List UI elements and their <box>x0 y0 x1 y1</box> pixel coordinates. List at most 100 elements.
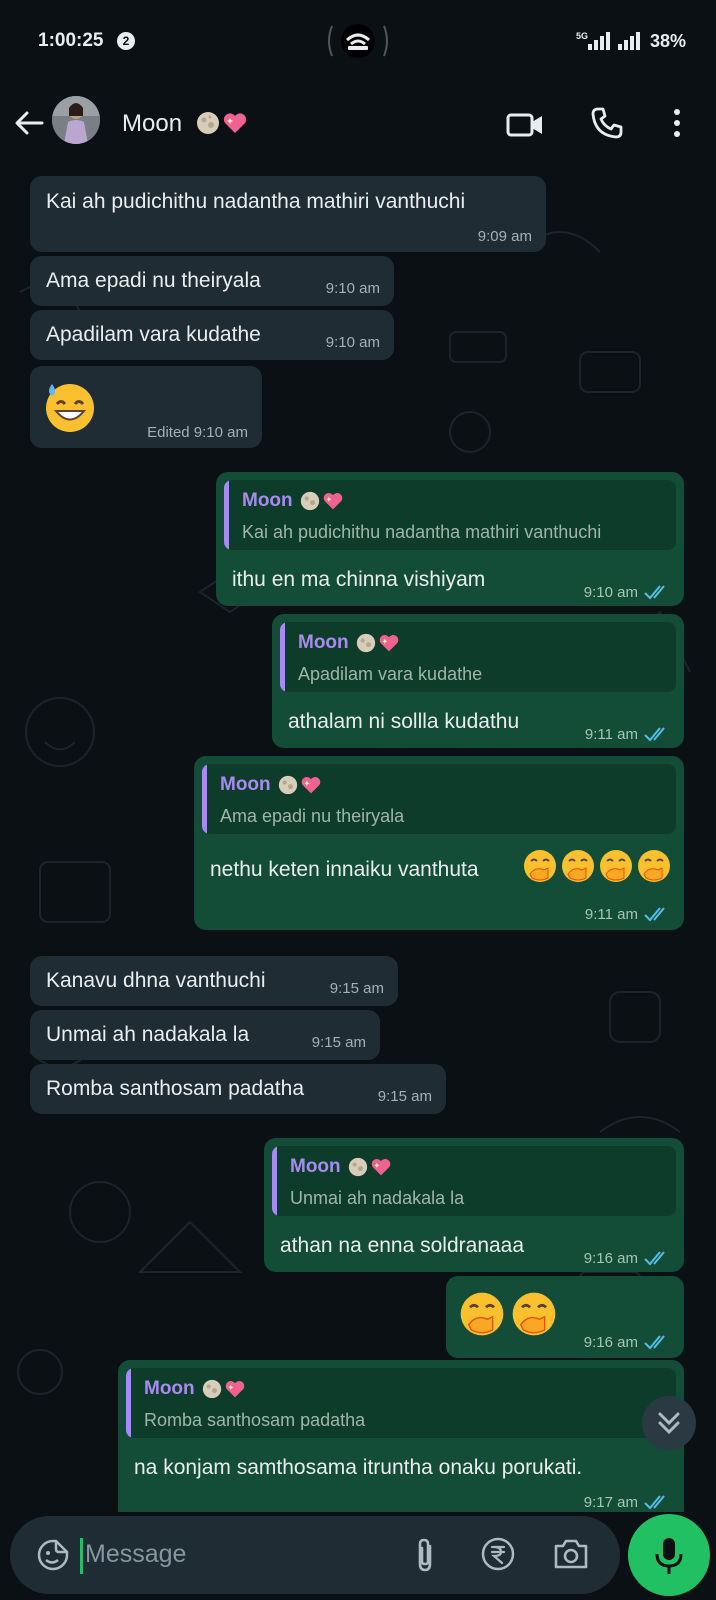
message-time: 9:11 am <box>584 906 638 923</box>
status-right-group: 5G 38% <box>576 30 686 52</box>
sparkling-heart-icon <box>301 776 321 794</box>
outgoing-message[interactable]: Moon Ama epadi nu theiryala nethu keten … <box>194 756 684 930</box>
message-text: Kanavu dhna vanthuchi <box>46 969 266 992</box>
voice-record-button[interactable] <box>628 1514 710 1596</box>
signal-5g-icon: 5G <box>576 31 610 50</box>
full-moon-icon <box>278 775 298 795</box>
contact-avatar[interactable] <box>52 96 100 144</box>
message-time: 9:15 am <box>329 980 384 997</box>
text-caret <box>80 1538 83 1574</box>
quote-bar <box>280 622 285 692</box>
read-ticks-icon <box>644 727 665 742</box>
message-text: athan na enna soldranaaa <box>280 1234 525 1257</box>
incoming-message[interactable]: Romba santhosam padatha 9:15 am <box>30 1064 446 1114</box>
quote-author: Moon <box>290 1156 341 1177</box>
video-call-icon[interactable] <box>506 110 544 140</box>
message-emojis <box>522 848 672 884</box>
sparkling-heart-icon <box>223 113 247 133</box>
avatar-image <box>52 96 100 144</box>
message-text: Kai ah pudichithu nadantha mathiri vanth… <box>46 190 466 213</box>
quote-bar <box>202 764 207 834</box>
svg-text:5G: 5G <box>576 31 588 41</box>
quote-text: Apadilam vara kudathe <box>298 664 483 684</box>
quote-author: Moon <box>242 490 293 511</box>
full-moon-icon <box>197 112 219 134</box>
double-chevron-down-icon <box>658 1412 680 1435</box>
message-time: 9:10 am <box>325 280 380 297</box>
quoted-message[interactable]: Moon Kai ah pudichithu nadantha mathiri … <box>224 480 676 550</box>
quote-author-emojis <box>278 775 322 795</box>
incoming-message[interactable]: Edited 9:10 am <box>30 366 262 448</box>
quote-author: Moon <box>298 632 349 653</box>
full-moon-icon <box>356 633 376 653</box>
quote-author-emojis <box>300 491 344 511</box>
outgoing-message[interactable]: 9:16 am <box>446 1276 684 1358</box>
message-text: na konjam samthosama itruntha onaku poru… <box>134 1456 583 1479</box>
hand-over-mouth-emoji-icon <box>638 850 670 882</box>
quote-bar <box>224 480 229 550</box>
read-ticks-icon <box>644 1251 665 1266</box>
message-text: nethu keten innaiku vanthuta <box>210 858 479 881</box>
notification-count-badge: 2 <box>117 32 135 50</box>
read-ticks-icon <box>644 907 665 922</box>
message-time: 9:15 am <box>311 1034 366 1051</box>
outgoing-message[interactable]: Moon Romba santhosam padatha na konjam s… <box>118 1360 684 1512</box>
scroll-to-bottom-button[interactable] <box>642 1396 696 1450</box>
hand-over-mouth-emoji-icon <box>460 1292 504 1336</box>
message-time: 9:15 am <box>377 1088 432 1105</box>
emoji-sticker-icon[interactable] <box>36 1538 70 1572</box>
message-text: ithu en ma chinna vishiyam <box>232 568 486 591</box>
outgoing-message[interactable]: Moon Unmai ah nadakala la athan na enna … <box>264 1138 684 1272</box>
quote-bar <box>272 1146 277 1216</box>
message-emojis <box>458 1290 558 1338</box>
camera-icon[interactable] <box>552 1536 590 1572</box>
quoted-message[interactable]: Moon Ama epadi nu theiryala <box>202 764 676 834</box>
message-list[interactable]: Kai ah pudichithu nadantha mathiri vanth… <box>0 172 716 1512</box>
outgoing-message[interactable]: Moon Apadilam vara kudathe athalam ni so… <box>272 614 684 748</box>
contact-name-emojis <box>196 111 248 135</box>
message-time: 9:11 am <box>584 726 638 743</box>
quote-bar <box>126 1368 131 1438</box>
quoted-message[interactable]: Moon Unmai ah nadakala la <box>272 1146 676 1216</box>
contact-name[interactable]: Moon <box>122 110 182 138</box>
message-placeholder: Message <box>85 1540 187 1568</box>
more-options-icon[interactable] <box>670 106 684 140</box>
payment-rupee-icon[interactable] <box>480 1536 516 1572</box>
message-time: 9:17 am <box>583 1494 638 1511</box>
incoming-message[interactable]: Unmai ah nadakala la 9:15 am <box>30 1010 380 1060</box>
message-input[interactable]: Message <box>10 1516 620 1594</box>
hand-over-mouth-emoji-icon <box>524 850 556 882</box>
message-time: 9:10 am <box>583 584 638 601</box>
quoted-message[interactable]: Moon Romba santhosam padatha <box>126 1368 676 1438</box>
quote-author: Moon <box>220 774 271 795</box>
hotspot-indicator-icon <box>328 24 388 58</box>
incoming-message[interactable]: Kanavu dhna vanthuchi 9:15 am <box>30 956 398 1006</box>
sparkling-heart-icon <box>225 1380 245 1398</box>
incoming-message[interactable]: Ama epadi nu theiryala 9:10 am <box>30 256 394 306</box>
voice-call-icon[interactable] <box>590 106 624 140</box>
grinning-sweat-emoji-icon <box>46 384 94 432</box>
quote-author: Moon <box>144 1378 195 1399</box>
read-ticks-icon <box>644 585 665 600</box>
hand-over-mouth-emoji-icon <box>600 850 632 882</box>
attach-icon[interactable] <box>410 1536 440 1574</box>
chat-header: Moon <box>0 84 716 172</box>
quote-text: Kai ah pudichithu nadantha mathiri vanth… <box>242 522 602 542</box>
outgoing-message[interactable]: Moon Kai ah pudichithu nadantha mathiri … <box>216 472 684 606</box>
battery-percent: 38% <box>649 30 686 51</box>
read-ticks-icon <box>644 1495 665 1510</box>
quote-author-emojis <box>356 633 400 653</box>
quote-text: Ama epadi nu theiryala <box>220 806 405 826</box>
composer-bar: Message <box>0 1512 716 1600</box>
quote-author-emojis <box>202 1379 246 1399</box>
status-bar: 1:00:25 2 5G 38% <box>0 0 716 84</box>
status-time: 1:00:25 <box>38 30 104 51</box>
message-time: 9:10 am <box>325 334 380 351</box>
incoming-message[interactable]: Kai ah pudichithu nadantha mathiri vanth… <box>30 176 546 252</box>
incoming-message[interactable]: Apadilam vara kudathe 9:10 am <box>30 310 394 360</box>
quoted-message[interactable]: Moon Apadilam vara kudathe <box>280 622 676 692</box>
back-arrow-icon[interactable] <box>12 106 46 140</box>
quote-author-emojis <box>348 1157 392 1177</box>
message-text: Apadilam vara kudathe <box>46 323 261 346</box>
full-moon-icon <box>348 1157 368 1177</box>
